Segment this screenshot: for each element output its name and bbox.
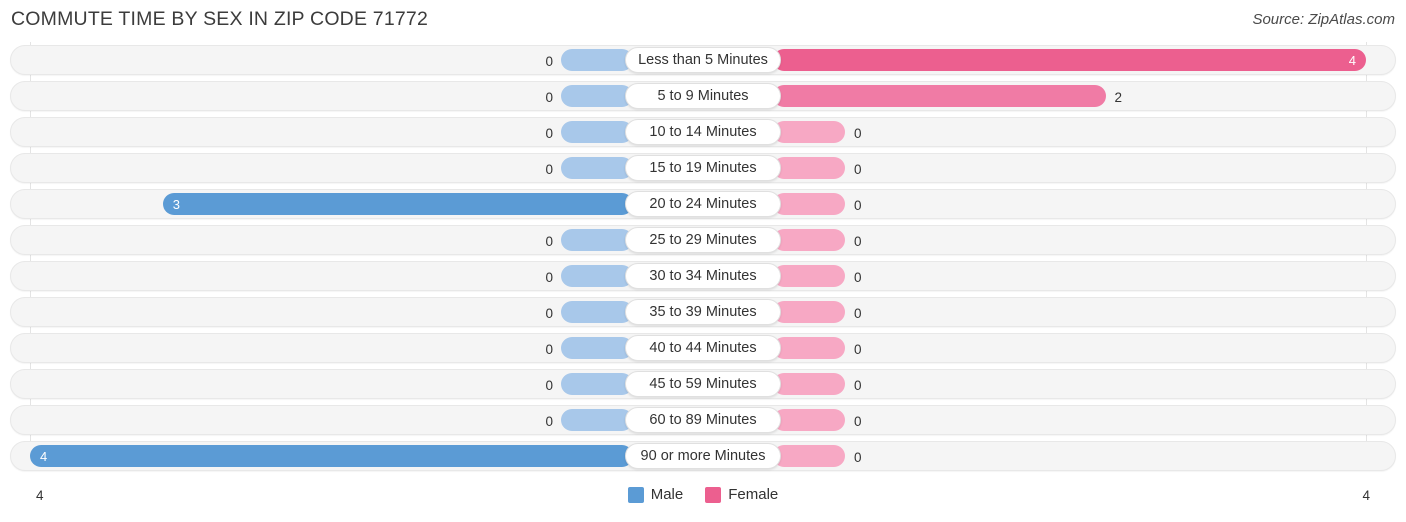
bar-female[interactable]: [773, 85, 1106, 107]
source-attribution: Source: ZipAtlas.com: [1252, 11, 1395, 28]
bar-male[interactable]: [561, 85, 633, 107]
bar-value-female: 2: [1114, 90, 1123, 105]
chart-row: 0 4 Less than 5 Minutes: [0, 42, 1406, 78]
chart-row: 0 0 25 to 29 Minutes: [0, 222, 1406, 258]
bar-value-female: 0: [854, 198, 862, 213]
bar-value-female: 0: [854, 162, 862, 177]
bar-female[interactable]: [773, 445, 845, 467]
bar-male[interactable]: [561, 157, 633, 179]
legend-label-male: Male: [650, 486, 684, 503]
chart-row: 0 2 5 to 9 Minutes: [0, 78, 1406, 114]
bar-value-female: 0: [854, 342, 862, 357]
chart-legend: Male Female: [0, 486, 1406, 503]
bar-female[interactable]: 4: [773, 49, 1366, 71]
bar-female[interactable]: [773, 409, 845, 431]
chart-footer: 4 4 Male Female: [0, 484, 1406, 514]
category-label[interactable]: 45 to 59 Minutes: [625, 371, 781, 397]
row-bars: 4 0 90 or more Minutes: [0, 441, 1406, 471]
bar-value-female: 0: [854, 414, 862, 429]
row-bars: 0 0 40 to 44 Minutes: [0, 333, 1406, 363]
bar-value-female: 0: [854, 126, 862, 141]
chart-row: 0 0 35 to 39 Minutes: [0, 294, 1406, 330]
category-label[interactable]: 15 to 19 Minutes: [625, 155, 781, 181]
chart-page: COMMUTE TIME BY SEX IN ZIP CODE 71772 So…: [0, 0, 1406, 522]
bar-female[interactable]: [773, 373, 845, 395]
bar-female[interactable]: [773, 337, 845, 359]
chart-row: 0 0 30 to 34 Minutes: [0, 258, 1406, 294]
category-label[interactable]: 30 to 34 Minutes: [625, 263, 781, 289]
legend-item-female[interactable]: Female: [705, 486, 778, 503]
bar-value-male: 0: [545, 378, 553, 393]
category-label[interactable]: Less than 5 Minutes: [625, 47, 781, 73]
chart-row: 0 0 15 to 19 Minutes: [0, 150, 1406, 186]
chart-row: 0 0 40 to 44 Minutes: [0, 330, 1406, 366]
category-label[interactable]: 60 to 89 Minutes: [625, 407, 781, 433]
row-bars: 0 0 60 to 89 Minutes: [0, 405, 1406, 435]
bar-female[interactable]: [773, 301, 845, 323]
category-label[interactable]: 20 to 24 Minutes: [625, 191, 781, 217]
category-label[interactable]: 25 to 29 Minutes: [625, 227, 781, 253]
bar-value-female: 4: [1348, 52, 1356, 68]
bar-female[interactable]: [773, 157, 845, 179]
bar-male[interactable]: [561, 265, 633, 287]
legend-swatch-male-icon: [627, 486, 644, 503]
bar-value-male: 4: [40, 448, 48, 464]
category-label[interactable]: 10 to 14 Minutes: [625, 119, 781, 145]
bar-male[interactable]: 3: [162, 193, 633, 215]
chart-header: COMMUTE TIME BY SEX IN ZIP CODE 71772 So…: [0, 0, 1406, 42]
row-bars: 0 0 45 to 59 Minutes: [0, 369, 1406, 399]
row-bars: 0 4 Less than 5 Minutes: [0, 45, 1406, 75]
bar-value-female: 0: [854, 450, 862, 465]
chart-row: 3 0 20 to 24 Minutes: [0, 186, 1406, 222]
bar-male[interactable]: [561, 337, 633, 359]
chart-row: 0 0 45 to 59 Minutes: [0, 366, 1406, 402]
legend-item-male[interactable]: Male: [627, 486, 684, 503]
bar-value-male: 3: [172, 196, 180, 212]
chart-row: 0 0 10 to 14 Minutes: [0, 114, 1406, 150]
bar-value-male: 0: [545, 270, 553, 285]
category-label[interactable]: 90 or more Minutes: [625, 443, 781, 469]
row-bars: 0 0 15 to 19 Minutes: [0, 153, 1406, 183]
bar-value-female: 0: [854, 270, 862, 285]
row-bars: 0 0 10 to 14 Minutes: [0, 117, 1406, 147]
bar-male[interactable]: [561, 121, 633, 143]
bar-value-female: 0: [854, 306, 862, 321]
row-bars: 0 0 35 to 39 Minutes: [0, 297, 1406, 327]
bar-value-male: 0: [545, 234, 553, 249]
bar-value-male: 0: [545, 306, 553, 321]
chart-row: 4 0 90 or more Minutes: [0, 438, 1406, 474]
bar-value-male: 0: [545, 54, 553, 69]
bar-female[interactable]: [773, 121, 845, 143]
bar-female[interactable]: [773, 229, 845, 251]
bar-male[interactable]: [561, 409, 633, 431]
category-label[interactable]: 35 to 39 Minutes: [625, 299, 781, 325]
bar-value-male: 0: [545, 342, 553, 357]
bar-male[interactable]: [561, 301, 633, 323]
bar-male[interactable]: [561, 373, 633, 395]
bar-value-male: 0: [545, 126, 553, 141]
page-title: COMMUTE TIME BY SEX IN ZIP CODE 71772: [11, 8, 429, 30]
category-label[interactable]: 5 to 9 Minutes: [625, 83, 781, 109]
chart-rows: 0 4 Less than 5 Minutes 0 2 5 to 9 Minutes 0 0 1…: [0, 42, 1406, 474]
category-label[interactable]: 40 to 44 Minutes: [625, 335, 781, 361]
bar-value-male: 0: [545, 90, 553, 105]
legend-label-female: Female: [728, 486, 779, 503]
bar-male[interactable]: [561, 229, 633, 251]
bar-male[interactable]: [561, 49, 633, 71]
chart-plot-area: 0 4 Less than 5 Minutes 0 2 5 to 9 Minutes 0 0 1…: [0, 42, 1406, 482]
row-bars: 0 0 25 to 29 Minutes: [0, 225, 1406, 255]
legend-swatch-female-icon: [705, 486, 722, 503]
bar-female[interactable]: [773, 265, 845, 287]
bar-value-male: 0: [545, 162, 553, 177]
row-bars: 0 2 5 to 9 Minutes: [0, 81, 1406, 111]
row-bars: 3 0 20 to 24 Minutes: [0, 189, 1406, 219]
bar-value-female: 0: [854, 378, 862, 393]
row-bars: 0 0 30 to 34 Minutes: [0, 261, 1406, 291]
bar-female[interactable]: [773, 193, 845, 215]
bar-value-female: 0: [854, 234, 862, 249]
bar-male[interactable]: 4: [30, 445, 633, 467]
bar-value-male: 0: [545, 414, 553, 429]
chart-row: 0 0 60 to 89 Minutes: [0, 402, 1406, 438]
